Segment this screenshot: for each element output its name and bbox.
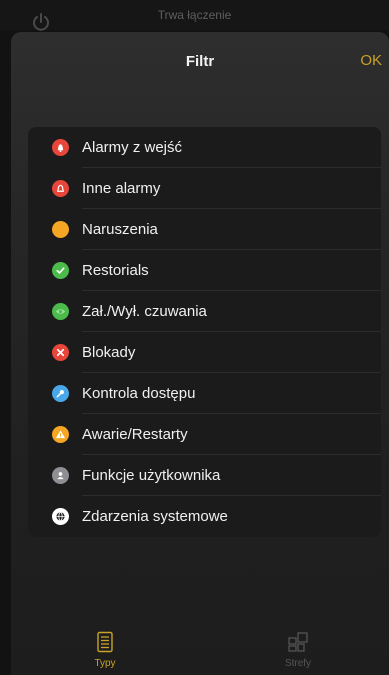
violation-dot-icon: [52, 221, 69, 238]
filter-item-zal-wyl-czuwania[interactable]: Zał./Wył. czuwania: [28, 291, 381, 332]
filter-item-label: Funkcje użytkownika: [82, 467, 221, 484]
tab-strefy[interactable]: Strefy: [268, 631, 328, 669]
warning-triangle-icon: [52, 426, 69, 443]
zones-grid-icon: [288, 632, 308, 652]
filter-item-label: Zał./Wył. czuwania: [82, 303, 207, 320]
filter-item-label: Blokady: [82, 344, 136, 361]
tab-bar: Typy Strefy: [11, 631, 389, 675]
filter-sheet: Filtr OK Alarmy z wejść Inne alarmy Naru…: [11, 32, 389, 675]
user-icon: [52, 467, 69, 484]
tab-typy[interactable]: Typy: [75, 631, 135, 669]
eye-icon: [52, 303, 69, 320]
filter-item-label: Zdarzenia systemowe: [82, 508, 228, 525]
filter-item-restorials[interactable]: Restorials: [28, 250, 381, 291]
alarm-bell-outline-icon: [52, 180, 69, 197]
filter-item-label: Awarie/Restarty: [82, 426, 188, 443]
background-status-bar: Trwa łączenie: [0, 0, 389, 31]
filter-item-naruszenia[interactable]: Naruszenia: [28, 209, 381, 250]
connection-status-text: Trwa łączenie: [157, 8, 232, 22]
alarm-bell-icon: [52, 139, 69, 156]
key-icon: [52, 385, 69, 402]
filter-list: Alarmy z wejść Inne alarmy Naruszenia Re…: [28, 127, 381, 537]
globe-icon: [52, 508, 69, 525]
filter-item-label: Naruszenia: [82, 221, 158, 238]
list-document-icon: [97, 631, 113, 653]
tab-label: Typy: [94, 658, 116, 669]
filter-item-label: Restorials: [82, 262, 149, 279]
ok-button[interactable]: OK: [360, 52, 382, 69]
filter-item-label: Kontrola dostępu: [82, 385, 196, 402]
filter-item-awarie-restarty[interactable]: Awarie/Restarty: [28, 414, 381, 455]
filter-item-alarmy-z-wejsc[interactable]: Alarmy z wejść: [28, 127, 381, 168]
filter-item-inne-alarmy[interactable]: Inne alarmy: [28, 168, 381, 209]
sheet-title: Filtr: [185, 53, 215, 70]
screen: Trwa łączenie Filtr OK Alarmy z wejść In…: [0, 0, 389, 675]
filter-item-kontrola-dostepu[interactable]: Kontrola dostępu: [28, 373, 381, 414]
tab-label: Strefy: [284, 658, 312, 669]
sheet-header: Filtr OK: [11, 32, 389, 92]
filter-item-funkcje-uzytkownika[interactable]: Funkcje użytkownika: [28, 455, 381, 496]
checkmark-icon: [52, 262, 69, 279]
filter-item-blokady[interactable]: Blokady: [28, 332, 381, 373]
filter-item-label: Inne alarmy: [82, 180, 161, 197]
filter-item-label: Alarmy z wejść: [82, 139, 183, 156]
filter-item-zdarzenia-systemowe[interactable]: Zdarzenia systemowe: [28, 496, 381, 537]
x-mark-icon: [52, 344, 69, 361]
